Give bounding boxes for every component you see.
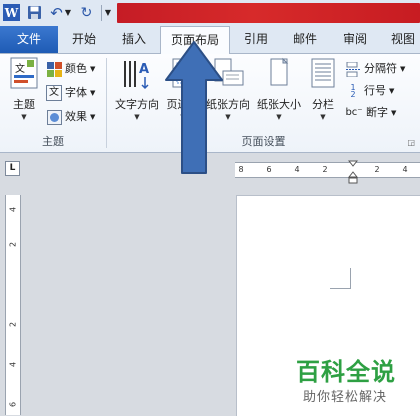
fonts-label: 字体 bbox=[65, 86, 87, 99]
text-direction-icon: A bbox=[111, 57, 163, 94]
tab-insert[interactable]: 插入 bbox=[110, 26, 158, 53]
ruler-tick-label: 2 bbox=[8, 241, 18, 248]
ruler-tick-label: 4 bbox=[294, 165, 300, 174]
columns-label: 分栏 bbox=[312, 98, 334, 111]
breaks-button[interactable]: 分隔符 ▼ bbox=[345, 58, 405, 80]
ruler-tick-label: 4 bbox=[8, 361, 18, 368]
watermark-subtitle: 助你轻松解决 bbox=[303, 390, 388, 405]
page-setup-group-label: 页面设置 bbox=[241, 135, 286, 148]
colors-icon bbox=[46, 61, 62, 77]
repeat-icon[interactable]: ↻ bbox=[78, 4, 95, 21]
columns-button[interactable]: 分栏 ▼ bbox=[305, 57, 341, 122]
ruler-tick-label: 2 bbox=[8, 321, 18, 328]
text-direction-button[interactable]: A 文字方向 ▼ bbox=[111, 57, 163, 122]
indent-marker-icon[interactable] bbox=[347, 160, 359, 189]
theme-dropdown-icon: ▼ bbox=[21, 113, 27, 121]
theme-group: 文 主题 ▼ 颜色 ▼ 文 字体 ▼ 效果 ▼ 主题 bbox=[0, 54, 106, 152]
redacted-title bbox=[117, 3, 420, 23]
effects-button[interactable]: 效果 ▼ bbox=[46, 106, 95, 128]
save-icon[interactable] bbox=[26, 4, 43, 21]
hyphenation-button[interactable]: bc⁻ 断字 ▼ bbox=[345, 102, 396, 124]
line-numbers-icon: 12 bbox=[350, 83, 356, 99]
line-numbers-label: 行号 bbox=[364, 84, 386, 97]
effects-dropdown-icon: ▼ bbox=[90, 113, 96, 121]
hyphenation-label: 断字 bbox=[366, 106, 388, 119]
tab-view[interactable]: 视图 bbox=[383, 26, 420, 53]
svg-text:文: 文 bbox=[15, 62, 25, 75]
theme-icon: 文 bbox=[6, 57, 42, 94]
ruler-tick-label: 6 bbox=[266, 165, 272, 174]
title-bar: W ↶ ▼ ↻ ▼ bbox=[0, 0, 420, 27]
ruler-tick-label: 2 bbox=[374, 165, 380, 174]
theme-label: 主题 bbox=[13, 98, 35, 111]
breaks-icon bbox=[345, 61, 361, 77]
ruler-tick-label: 4 bbox=[8, 206, 18, 213]
dialog-launcher-icon[interactable]: ◲ bbox=[407, 138, 415, 147]
ruler-tick-label: 6 bbox=[8, 401, 18, 408]
ruler-tick-label: 8 bbox=[238, 165, 244, 174]
line-numbers-dropdown-icon: ▼ bbox=[389, 87, 395, 95]
text-direction-dropdown-icon: ▼ bbox=[134, 113, 140, 121]
horizontal-ruler[interactable]: 8 6 4 2 2 4 bbox=[235, 162, 420, 178]
tab-home[interactable]: 开始 bbox=[58, 26, 110, 53]
fonts-icon: 文 bbox=[46, 85, 62, 101]
paper-size-icon bbox=[253, 57, 305, 94]
size-label: 纸张大小 bbox=[257, 98, 301, 111]
theme-group-label: 主题 bbox=[42, 135, 64, 148]
colors-dropdown-icon: ▼ bbox=[90, 65, 96, 73]
fonts-dropdown-icon: ▼ bbox=[90, 89, 96, 97]
fonts-button[interactable]: 文 字体 ▼ bbox=[46, 82, 95, 104]
size-button[interactable]: 纸张大小 ▼ bbox=[253, 57, 305, 122]
word-app-icon[interactable]: W bbox=[3, 4, 20, 21]
svg-text:A: A bbox=[139, 62, 149, 77]
text-direction-label: 文字方向 bbox=[115, 98, 159, 111]
size-dropdown-icon: ▼ bbox=[276, 113, 282, 121]
colors-button[interactable]: 颜色 ▼ bbox=[46, 58, 95, 80]
columns-dropdown-icon: ▼ bbox=[320, 113, 326, 121]
page-margin-corner-mark bbox=[330, 268, 351, 289]
customize-qat-icon[interactable]: ▼ bbox=[104, 4, 112, 21]
watermark-title: 百科全说 bbox=[296, 358, 396, 386]
ruler-tick-label: 2 bbox=[322, 165, 328, 174]
qat-separator bbox=[101, 5, 102, 21]
breaks-label: 分隔符 bbox=[364, 62, 397, 75]
effects-icon bbox=[46, 109, 62, 125]
tab-selector-button[interactable]: L bbox=[5, 161, 20, 176]
colors-label: 颜色 bbox=[65, 62, 87, 75]
undo-dropdown-icon[interactable]: ▼ bbox=[64, 4, 72, 21]
line-numbers-button[interactable]: 12 行号 ▼ bbox=[345, 80, 394, 102]
effects-label: 效果 bbox=[65, 110, 87, 123]
tab-file[interactable]: 文件 bbox=[0, 26, 58, 53]
tab-mailings[interactable]: 邮件 bbox=[282, 26, 328, 53]
tab-references[interactable]: 引用 bbox=[235, 26, 277, 53]
columns-icon bbox=[305, 57, 341, 94]
breaks-dropdown-icon: ▼ bbox=[400, 65, 406, 73]
hyphenation-icon: bc⁻ bbox=[345, 107, 363, 118]
hyphenation-dropdown-icon: ▼ bbox=[391, 109, 397, 117]
tab-review[interactable]: 审阅 bbox=[330, 26, 380, 53]
vertical-ruler[interactable]: 4 2 2 4 6 bbox=[5, 195, 21, 415]
ruler-tick-label: 4 bbox=[402, 165, 408, 174]
theme-button[interactable]: 文 主题 ▼ bbox=[6, 57, 42, 122]
undo-icon[interactable]: ↶ bbox=[48, 4, 65, 22]
page-setup-group: A 文字方向 ▼ 页边距 ▼ 纸张方向 ▼ 纸张大小 ▼ bbox=[107, 54, 420, 152]
pointer-arrow-icon bbox=[164, 40, 224, 179]
